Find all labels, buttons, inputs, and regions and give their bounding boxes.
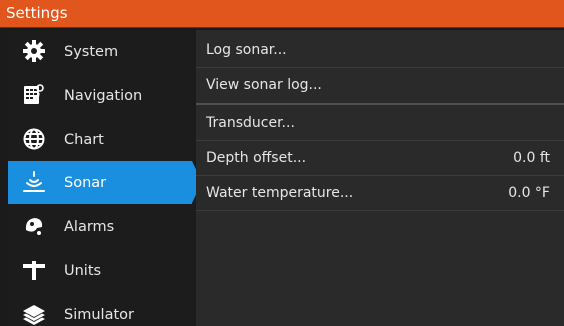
sidebar-item-label: System — [64, 44, 119, 60]
sidebar-item-label: Navigation — [64, 88, 143, 104]
row-value: 0.0 ft — [513, 150, 550, 166]
row-label: Transducer... — [206, 115, 295, 131]
window-title: Settings — [6, 4, 68, 22]
row-value: 0.0 °F — [508, 185, 550, 201]
sidebar-item-label: Units — [64, 263, 102, 279]
sidebar-item-chart[interactable]: Chart — [8, 118, 192, 161]
sidebar-item-label: Sonar — [64, 175, 107, 191]
transducer-row[interactable]: Transducer... — [196, 106, 564, 141]
sidebar-item-label: Alarms — [64, 219, 115, 235]
alarm-icon — [25, 218, 43, 235]
settings-sidebar: System Navigation Chart Sonar Alarms Uni… — [8, 30, 202, 326]
section-divider — [196, 103, 564, 105]
gear-icon — [23, 40, 45, 62]
sidebar-item-navigation[interactable]: Navigation — [8, 74, 192, 117]
row-label: Depth offset... — [206, 150, 307, 166]
units-icon — [23, 261, 45, 280]
depth-offset-row[interactable]: Depth offset... 0.0 ft — [196, 141, 564, 176]
navigation-icon — [24, 84, 44, 105]
sidebar-item-simulator[interactable]: Simulator — [8, 293, 192, 326]
water-temperature-row[interactable]: Water temperature... 0.0 °F — [196, 176, 564, 211]
log-sonar-row[interactable]: Log sonar... — [196, 33, 564, 68]
settings-window: Settings System Navigation Chart Sonar A… — [0, 0, 564, 326]
sidebar-item-system[interactable]: System — [8, 30, 192, 73]
layers-icon — [23, 305, 45, 325]
sidebar-item-units[interactable]: Units — [8, 249, 192, 292]
row-label: Log sonar... — [206, 42, 287, 58]
row-label: Water temperature... — [206, 185, 354, 201]
sidebar-item-label: Chart — [64, 132, 104, 148]
row-label: View sonar log... — [206, 77, 322, 93]
sonar-icon — [23, 171, 45, 192]
view-sonar-log-row[interactable]: View sonar log... — [196, 68, 564, 103]
globe-icon — [23, 128, 45, 150]
sidebar-item-alarms[interactable]: Alarms — [8, 205, 192, 248]
sonar-settings-panel: Log sonar... View sonar log... Transduce… — [196, 30, 564, 326]
sidebar-item-sonar[interactable]: Sonar — [8, 161, 202, 204]
title-bar: Settings — [0, 0, 564, 28]
sidebar-item-label: Simulator — [64, 307, 134, 323]
